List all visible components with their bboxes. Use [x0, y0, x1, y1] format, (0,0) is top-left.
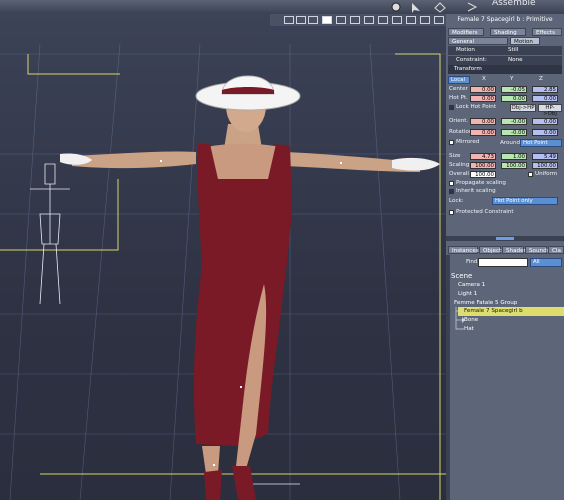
cursor-icon [412, 3, 420, 13]
size-z-field[interactable]: 5.49 [532, 153, 558, 160]
tab-modifiers[interactable]: Modifiers [448, 28, 484, 36]
lock-hot-point-checkbox[interactable] [449, 105, 454, 110]
overall-field[interactable]: 100.00 [470, 171, 496, 178]
hat [195, 75, 301, 111]
axis-x-label: X [482, 76, 486, 82]
tab-effects[interactable]: Effects [532, 28, 562, 36]
tree-lines [455, 307, 465, 330]
size-label: Size [449, 153, 461, 159]
protected-constraint-label: Protected Constraint [456, 209, 514, 215]
rotation-x-field[interactable]: 0.00 [470, 129, 496, 136]
diamond-icon [434, 2, 446, 13]
local-select[interactable]: Local [448, 76, 470, 84]
scaling-z-field[interactable]: 100.00 [532, 162, 558, 169]
rotation-y-field[interactable]: -0.00 [501, 129, 527, 136]
find-input[interactable] [478, 258, 528, 267]
tab-sounds[interactable]: Sounds [525, 246, 550, 254]
right-glove [392, 157, 440, 171]
center-y-field[interactable]: -0.05 [501, 86, 527, 93]
scaling-x-field[interactable]: 100.00 [470, 162, 496, 169]
uniform-label: Uniform [535, 171, 558, 177]
tab-motion[interactable]: Motion [510, 37, 540, 45]
mirrored-label: Mirrored [456, 139, 480, 145]
propagate-scaling-checkbox[interactable] [449, 181, 454, 186]
mirrored-checkbox[interactable] [449, 140, 454, 145]
scene-root[interactable]: Scene [451, 272, 472, 280]
transform-label: Transform [454, 66, 482, 72]
orient-label: Orient. [449, 118, 469, 124]
orient-x-field[interactable]: 0.00 [470, 118, 496, 125]
constraint-row[interactable]: Constraint: None [448, 56, 562, 65]
window-title: Assemble [492, 0, 536, 8]
motion-label: Motion [456, 47, 475, 53]
center-z-field[interactable]: 2.85 [532, 86, 558, 93]
tab-objects[interactable]: Objects [479, 246, 504, 254]
center-x-field[interactable]: 0.00 [470, 86, 496, 93]
dress [193, 144, 292, 446]
orient-y-field[interactable]: -0.00 [501, 118, 527, 125]
right-shoe [232, 466, 256, 500]
scene-canvas [0, 43, 446, 500]
axis-z-label: Z [539, 76, 543, 82]
hotpt-z-field[interactable]: 0.00 [532, 95, 558, 102]
inherit-scaling-label: Inherit scaling [456, 188, 496, 194]
other-leg [202, 446, 220, 474]
toolbar-icons [391, 2, 478, 13]
propagate-scaling-label: Propagate scaling [456, 180, 506, 186]
lock-select[interactable]: Hot Point only [492, 197, 558, 205]
protected-constraint-checkbox[interactable] [449, 210, 454, 215]
tab-cla[interactable]: Cla [548, 246, 564, 254]
hotpt-x-field[interactable]: 0.00 [470, 95, 496, 102]
hotpt-label: Hot Pt. [449, 95, 468, 101]
tab-general[interactable]: General [448, 37, 508, 45]
tree-item-camera[interactable]: Camera 1 [458, 281, 485, 289]
left-shoe [204, 470, 222, 500]
rotation-z-field[interactable]: 0.00 [532, 129, 558, 136]
sphere-icon [391, 2, 401, 12]
lock-hot-point-label: Lock Hot Point [456, 104, 497, 110]
tab-instances[interactable]: Instances [448, 246, 479, 254]
tab-shading[interactable]: Shading [490, 28, 526, 36]
tree-item-light[interactable]: Light 1 [458, 290, 477, 298]
flag-icon [467, 2, 478, 12]
obj-to-hp-button[interactable]: Obj->HP [510, 104, 536, 112]
expand-icon [462, 317, 465, 323]
title-bar: Assemble [0, 0, 564, 14]
3d-viewport[interactable] [0, 14, 446, 500]
tree-item-bone[interactable]: Bone [464, 316, 478, 324]
center-label: Center [449, 86, 468, 92]
hotpt-y-field[interactable]: 0.00 [501, 95, 527, 102]
motion-row[interactable]: Motion Still [448, 46, 562, 55]
transform-header[interactable]: Transform [448, 65, 562, 74]
overall-label: Overall [449, 171, 469, 177]
scaling-label: Scaling [449, 162, 470, 168]
tree-scrollbar[interactable] [446, 255, 450, 500]
panel-splitter[interactable] [446, 236, 564, 241]
inherit-scaling-checkbox[interactable] [449, 189, 454, 194]
lock-label: Lock: [449, 198, 464, 204]
properties-panel: Female 7 Spacegirl b : Primitive Modifie… [446, 14, 564, 500]
axis-y-label: Y [510, 76, 514, 82]
tree-item-female-spacegirl[interactable]: Female 7 Spacegirl b [464, 307, 523, 315]
uniform-checkbox[interactable] [528, 172, 533, 177]
constraint-label: Constraint: [456, 57, 487, 63]
size-x-field[interactable]: 4.73 [470, 153, 496, 160]
around-label: Around [500, 140, 521, 146]
scaling-y-field[interactable]: 100.00 [501, 162, 527, 169]
orient-z-field[interactable]: 0.00 [532, 118, 558, 125]
panel-title: Female 7 Spacegirl b : Primitive [457, 16, 553, 23]
hp-to-obj-button[interactable]: HP->Obj [538, 104, 562, 117]
around-select[interactable]: Hot Point [520, 139, 562, 147]
size-y-field[interactable]: 1.00 [501, 153, 527, 160]
motion-value: Still [508, 47, 519, 53]
rotation-label: Rotation [449, 129, 473, 135]
tab-shaders[interactable]: Shaders [502, 246, 529, 254]
constraint-value: None [508, 57, 523, 63]
find-filter-select[interactable]: All [530, 258, 562, 267]
